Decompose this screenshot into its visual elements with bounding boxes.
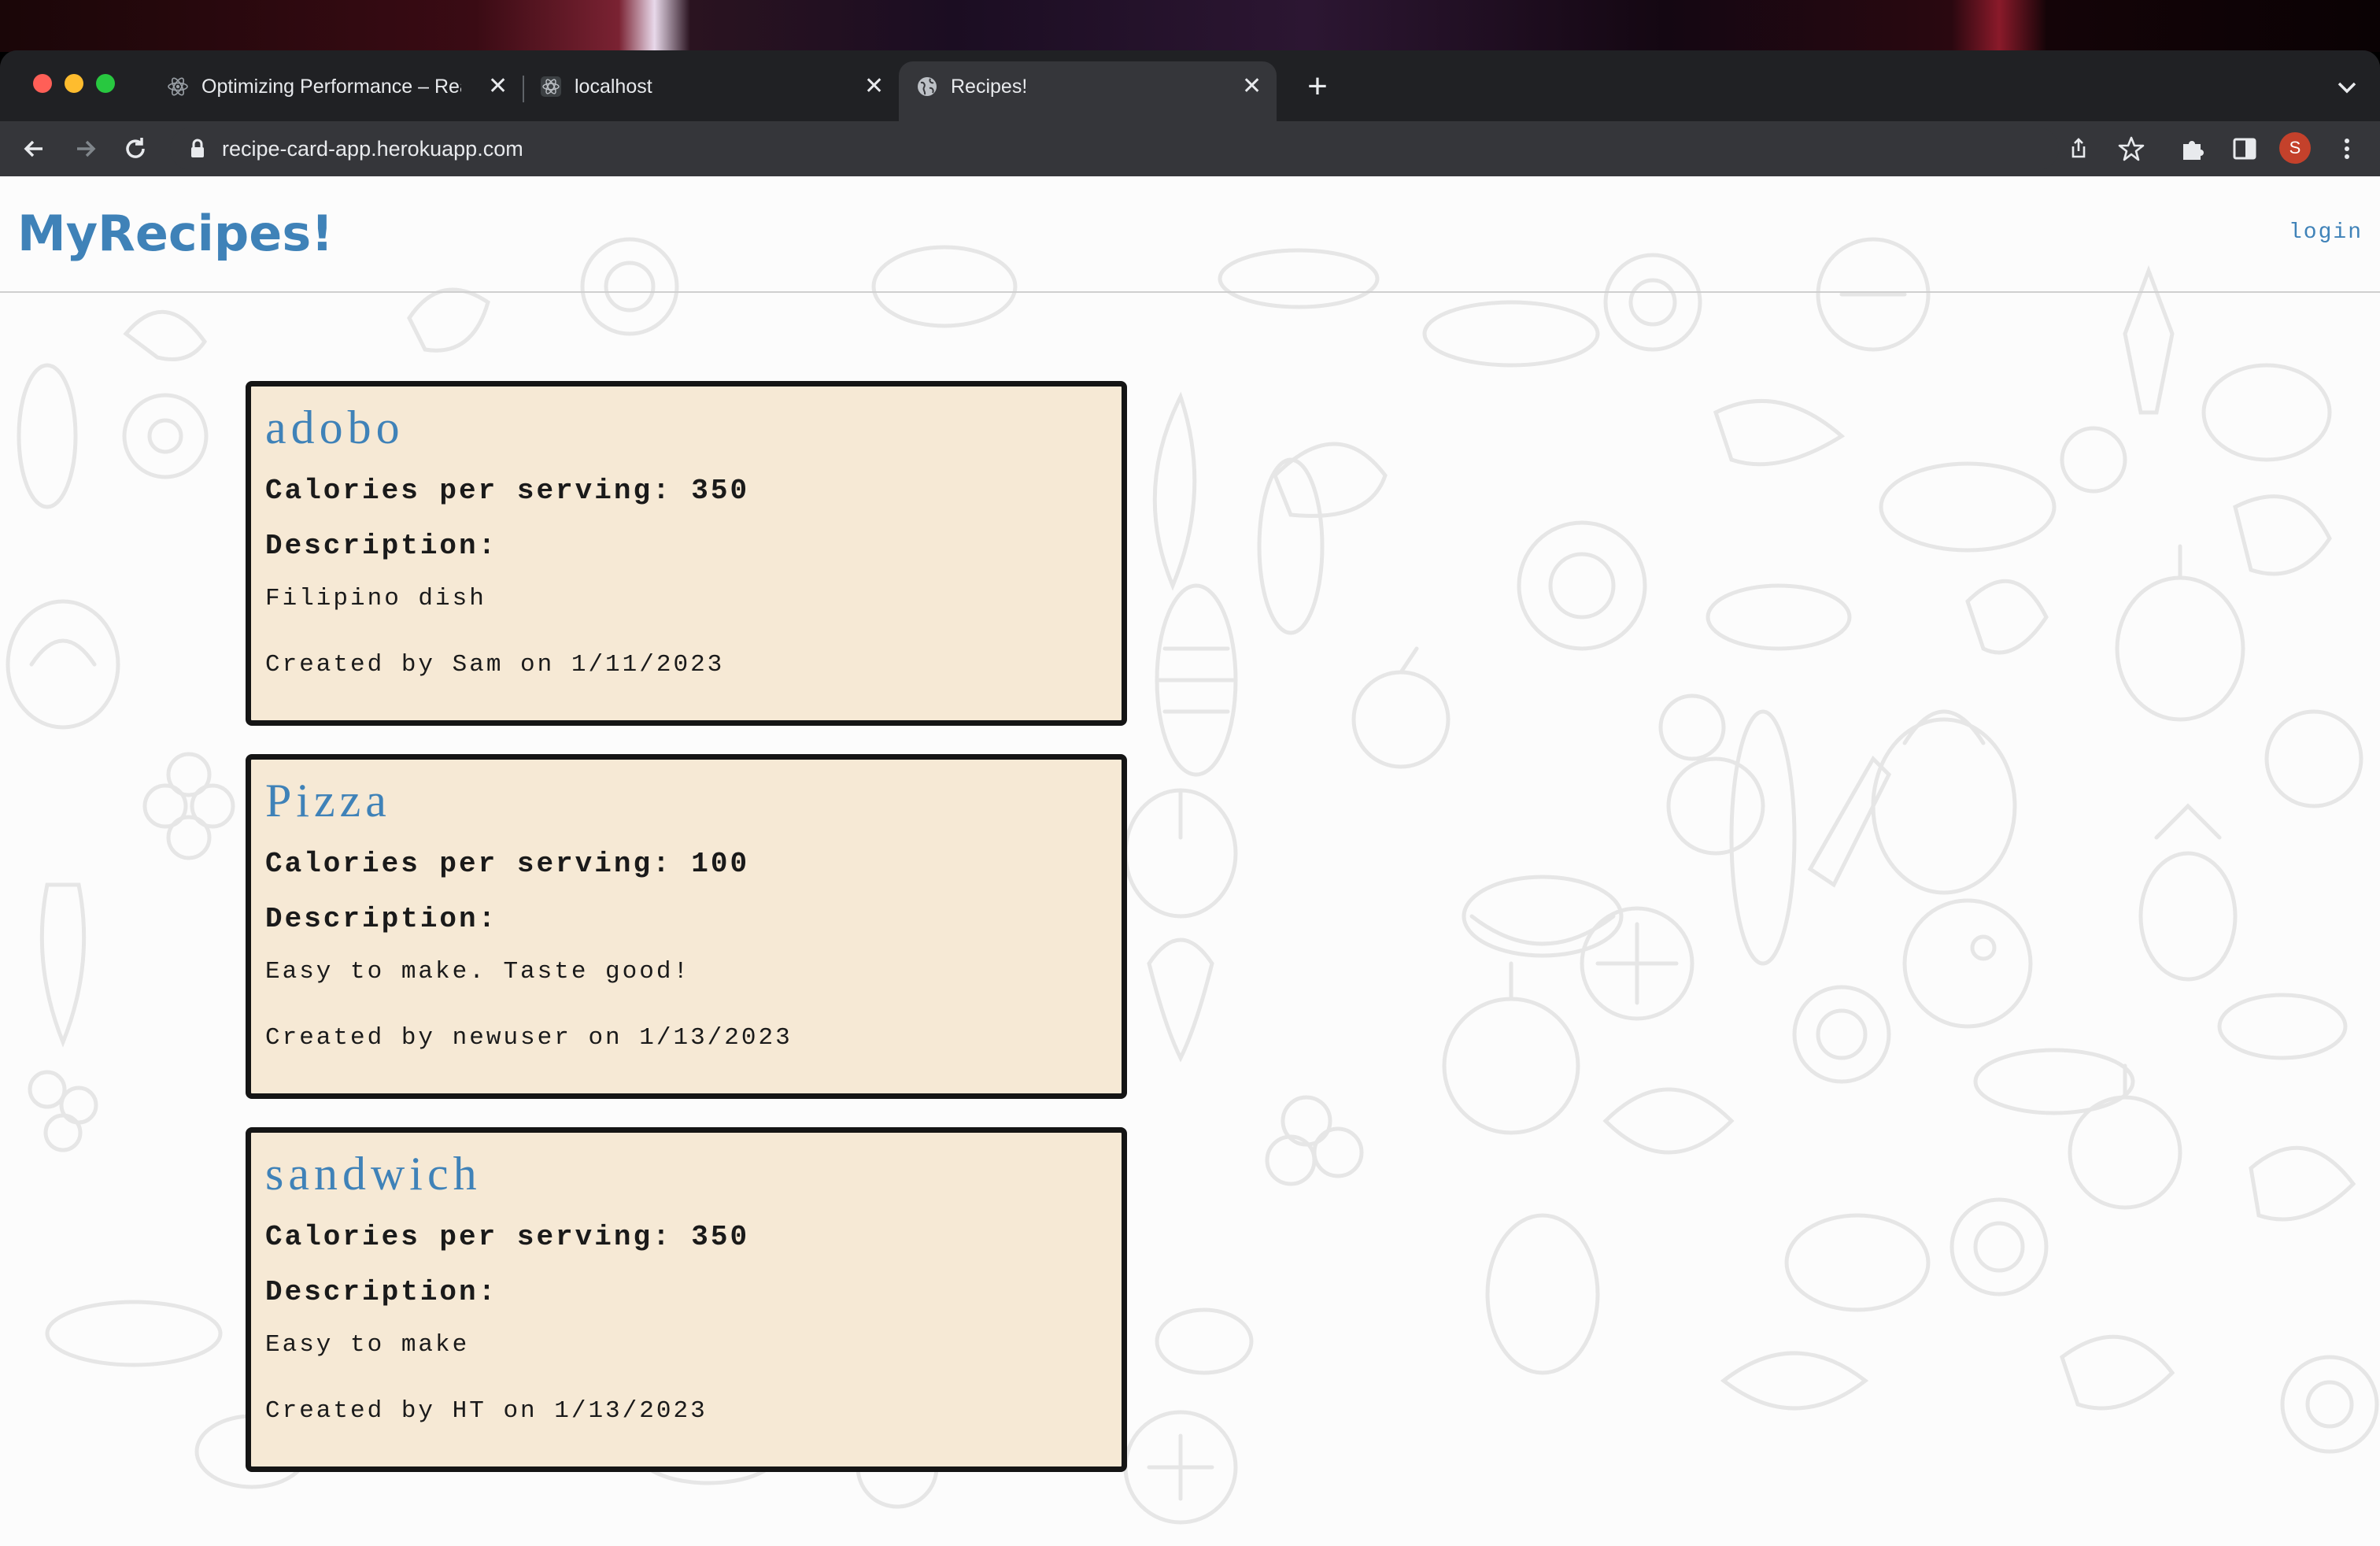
recipe-calories: Calories per serving: 350 <box>265 475 750 507</box>
browser-window: Optimizing Performance – React ✕ localho… <box>0 50 2380 1546</box>
recipe-title[interactable]: adobo <box>265 401 405 455</box>
tab-title: localhost <box>575 76 652 98</box>
reload-icon[interactable] <box>118 131 153 166</box>
page-content: MyRecipes! login adobo Calories per serv… <box>0 176 2380 1546</box>
site-header: MyRecipes! login <box>0 176 2380 293</box>
url-text[interactable]: recipe-card-app.herokuapp.com <box>222 128 523 170</box>
recipe-created-by: Created by HT on 1/13/2023 <box>265 1397 708 1425</box>
share-icon[interactable] <box>2064 134 2094 164</box>
tab-recipes[interactable]: Recipes! ✕ <box>899 61 1277 121</box>
recipe-title[interactable]: Pizza <box>265 774 391 828</box>
new-tab-button[interactable]: + <box>1297 61 1338 112</box>
recipe-description: Easy to make <box>265 1331 470 1359</box>
desktop-wallpaper <box>0 0 2380 52</box>
lock-icon[interactable] <box>189 139 206 159</box>
description-label: Description: <box>265 903 498 935</box>
window-maximize-button[interactable] <box>96 74 115 93</box>
bookmark-star-icon[interactable] <box>2114 131 2149 166</box>
globe-icon <box>918 77 937 96</box>
kebab-menu-icon[interactable] <box>2330 131 2364 166</box>
browser-toolbar: recipe-card-app.herokuapp.com S <box>0 121 2380 176</box>
recipe-calories: Calories per serving: 100 <box>265 848 750 880</box>
tab-title: Optimizing Performance – React <box>201 76 461 98</box>
description-label: Description: <box>265 1276 498 1308</box>
forward-arrow-icon[interactable] <box>68 131 102 166</box>
address-bar[interactable]: recipe-card-app.herokuapp.com <box>170 128 2086 170</box>
window-close-button[interactable] <box>33 74 52 93</box>
back-arrow-icon[interactable] <box>17 131 52 166</box>
recipe-created-by: Created by newuser on 1/13/2023 <box>265 1024 793 1052</box>
chevron-down-icon[interactable] <box>2330 61 2364 112</box>
window-minimize-button[interactable] <box>65 74 83 93</box>
recipe-title[interactable]: sandwich <box>265 1147 482 1201</box>
recipe-description: Filipino dish <box>265 585 486 612</box>
recipe-created-by: Created by Sam on 1/11/2023 <box>265 651 725 679</box>
react-icon <box>541 76 561 97</box>
close-tab-icon[interactable]: ✕ <box>1242 61 1262 112</box>
recipe-card: sandwich Calories per serving: 350 Descr… <box>246 1127 1127 1472</box>
login-link[interactable]: login <box>2289 220 2363 245</box>
tab-optimizing-performance[interactable]: Optimizing Performance – React ✕ <box>150 61 519 112</box>
react-icon <box>168 77 188 96</box>
recipe-card: Pizza Calories per serving: 100 Descript… <box>246 754 1127 1099</box>
tab-title: Recipes! <box>951 76 1028 98</box>
side-panel-icon[interactable] <box>2227 131 2262 166</box>
close-tab-icon[interactable]: ✕ <box>488 61 508 112</box>
tab-strip: Optimizing Performance – React ✕ localho… <box>0 50 2380 121</box>
description-label: Description: <box>265 530 498 562</box>
recipe-calories: Calories per serving: 350 <box>265 1221 750 1253</box>
close-tab-icon[interactable]: ✕ <box>864 61 884 112</box>
recipe-card: adobo Calories per serving: 350 Descript… <box>246 381 1127 726</box>
profile-avatar[interactable]: S <box>2279 132 2311 164</box>
recipe-description: Easy to make. Taste good! <box>265 958 691 986</box>
tab-localhost[interactable]: localhost ✕ <box>523 61 896 112</box>
brand-logo[interactable]: MyRecipes! <box>17 205 334 262</box>
extensions-puzzle-icon[interactable] <box>2175 131 2210 166</box>
